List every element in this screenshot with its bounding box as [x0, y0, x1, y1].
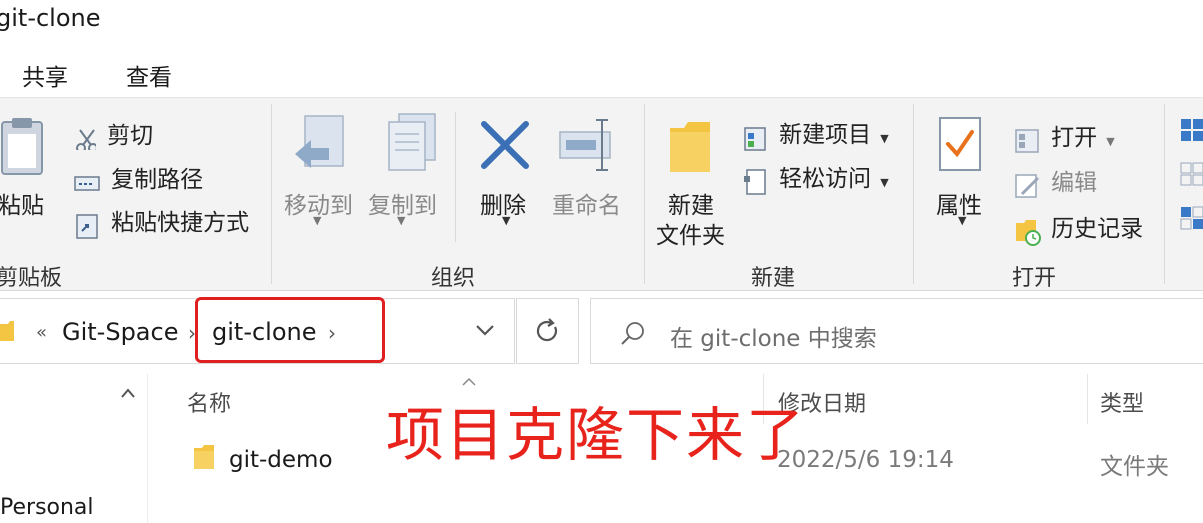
open-group-label: 打开: [1012, 266, 1057, 291]
search-placeholder: 在 git-clone 中搜索: [670, 326, 877, 352]
new-folder-button[interactable]: [666, 118, 714, 180]
copy-path-icon: [74, 175, 100, 191]
easy-access-label: 轻松访问: [779, 166, 872, 192]
invert-selection-icon: [1180, 206, 1203, 230]
clipboard-icon: [1, 118, 43, 175]
edit-button[interactable]: 编辑: [1014, 163, 1097, 200]
annotation-text: 项目克隆下来了: [386, 401, 807, 469]
tab-view[interactable]: 查看: [126, 58, 172, 92]
copy-path-button[interactable]: 复制路径: [74, 160, 203, 196]
rename-button[interactable]: [558, 116, 620, 178]
clipboard-group-label: 剪贴板: [0, 266, 63, 291]
history-button[interactable]: 历史记录: [1014, 209, 1143, 247]
folder-icon: [670, 122, 710, 172]
paste-shortcut-icon: [76, 213, 98, 239]
ribbon-separator: [455, 112, 456, 242]
cut-button[interactable]: 剪切: [74, 116, 154, 153]
ribbon-separator: [913, 104, 914, 284]
breadcrumb-git-space[interactable]: Git-Space: [62, 318, 178, 346]
properties-checkmark-icon: [939, 117, 981, 171]
ribbon-separator: [1164, 104, 1165, 284]
delete-x-icon: [481, 121, 529, 169]
ribbon-separator: [271, 104, 272, 284]
properties-chevron-icon: ▼: [958, 214, 967, 227]
edit-label: 编辑: [1051, 170, 1098, 196]
new-item-chevron-icon: ▼: [880, 132, 889, 145]
cut-label: 剪切: [107, 123, 154, 149]
folder-icon: [194, 444, 214, 474]
new-item-button[interactable]: 新建项目 ▼: [742, 115, 889, 152]
select-all-button[interactable]: [1180, 118, 1203, 146]
address-overflow-button[interactable]: «: [36, 322, 47, 343]
open-chevron-icon: ▼: [1106, 135, 1115, 148]
refresh-button[interactable]: [516, 298, 579, 364]
select-none-icon: [1180, 162, 1203, 186]
nav-scroll-up-icon[interactable]: [120, 384, 136, 403]
delete-button[interactable]: [478, 118, 534, 178]
tab-share[interactable]: 共享: [22, 58, 68, 92]
file-name: git-demo: [229, 447, 333, 473]
open-icon: [1015, 128, 1039, 153]
file-type: 文件夹: [1100, 454, 1169, 480]
column-separator[interactable]: [1087, 374, 1088, 424]
open-button[interactable]: 打开 ▼: [1014, 118, 1115, 155]
rename-icon: [559, 119, 611, 171]
copy-to-chevron-icon: ▼: [397, 214, 406, 227]
rename-label: 重命名: [552, 193, 621, 219]
properties-button[interactable]: [938, 116, 984, 178]
invert-selection-button[interactable]: [1180, 206, 1203, 234]
nav-item-personal[interactable]: Personal: [0, 495, 94, 520]
easy-access-icon: [744, 168, 766, 195]
move-to-button[interactable]: [284, 112, 356, 180]
move-to-icon: [295, 115, 344, 168]
select-all-icon: [1181, 119, 1203, 141]
paste-shortcut-button[interactable]: 粘贴快捷方式: [74, 203, 249, 239]
edit-pencil-icon: [1015, 173, 1040, 198]
open-label: 打开: [1051, 125, 1098, 151]
paste-shortcut-label: 粘贴快捷方式: [111, 210, 250, 236]
ribbon-separator: [644, 104, 645, 284]
copy-to-icon: [388, 113, 436, 171]
move-to-chevron-icon: ▼: [313, 214, 322, 227]
address-dropdown-icon[interactable]: [474, 322, 496, 342]
history-icon: [1016, 219, 1041, 246]
window-title: git-clone: [0, 4, 101, 32]
search-icon: [620, 320, 646, 350]
new-folder-label-line2: 文件夹: [656, 223, 725, 249]
column-header-type[interactable]: 类型: [1100, 386, 1144, 418]
new-item-label: 新建项目: [779, 122, 872, 148]
new-folder-label-line1: 新建: [668, 193, 714, 219]
history-label: 历史记录: [1051, 216, 1144, 242]
new-item-icon: [744, 126, 766, 151]
scissors-icon: [76, 128, 98, 153]
organize-group-label: 组织: [431, 266, 476, 291]
address-folder-icon: [0, 320, 14, 346]
delete-chevron-icon: ▼: [502, 214, 511, 227]
paste-button[interactable]: [0, 116, 46, 178]
refresh-icon: [536, 318, 558, 342]
easy-access-chevron-icon: ▼: [880, 176, 889, 189]
highlight-rectangle: [195, 297, 385, 363]
paste-label: 粘贴: [0, 193, 44, 219]
copy-path-label: 复制路径: [111, 167, 204, 193]
easy-access-button[interactable]: 轻松访问 ▼: [742, 159, 889, 196]
select-none-button[interactable]: [1180, 162, 1203, 190]
column-header-name[interactable]: 名称: [187, 386, 231, 418]
new-group-label: 新建: [751, 266, 796, 291]
copy-to-button[interactable]: [374, 112, 446, 180]
